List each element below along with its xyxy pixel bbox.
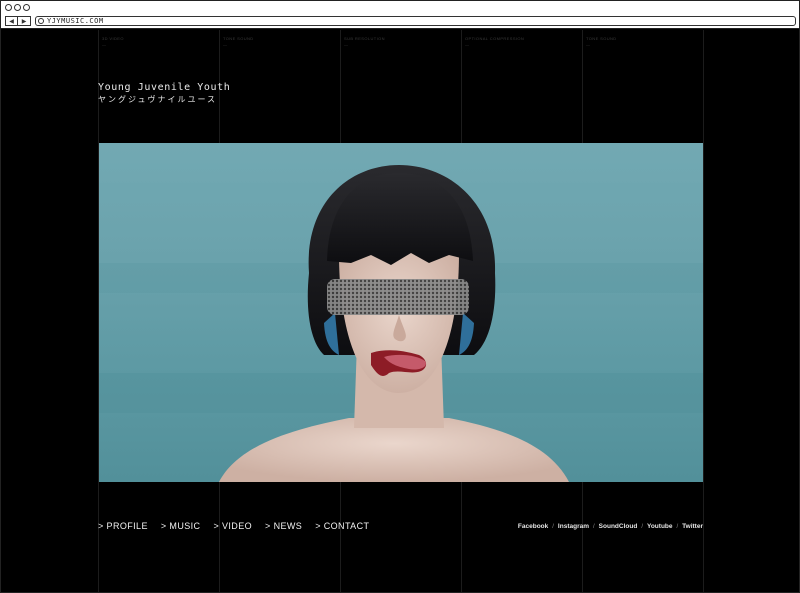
- close-window-button[interactable]: [5, 4, 12, 11]
- forward-button[interactable]: ▶: [18, 16, 31, 26]
- nav-contact[interactable]: > CONTACT: [315, 521, 369, 531]
- social-separator: /: [641, 523, 643, 530]
- logo-japanese: ヤングジュヴナイルユース: [98, 95, 218, 104]
- minimize-window-button[interactable]: [14, 4, 21, 11]
- history-buttons: ◀ ▶: [5, 16, 31, 26]
- url-text: YJYMUSIC.COM: [47, 17, 104, 25]
- site-info-icon: [38, 18, 44, 24]
- social-facebook[interactable]: Facebook: [518, 523, 548, 530]
- hero-portrait-illustration: [99, 165, 703, 482]
- chevron-left-icon: ◀: [9, 18, 14, 25]
- column-label: OPTIONAL COMPRESSION —: [465, 36, 525, 47]
- column-label: TONE SOUND —: [223, 36, 254, 47]
- back-button[interactable]: ◀: [5, 16, 18, 26]
- hero-image: [99, 143, 703, 482]
- social-separator: /: [593, 523, 595, 530]
- window-controls: [5, 4, 30, 11]
- social-instagram[interactable]: Instagram: [558, 523, 589, 530]
- main-navigation: > PROFILE > MUSIC > VIDEO > NEWS > CONTA…: [98, 521, 369, 531]
- site-page: 3D VIDEO — TONE SOUND — SUB RESOLUTION — OP…: [1, 30, 799, 592]
- address-bar[interactable]: YJYMUSIC.COM: [35, 16, 796, 26]
- nav-video[interactable]: > VIDEO: [213, 521, 252, 531]
- logo-english: Young Juvenile Youth: [98, 82, 231, 93]
- chevron-right-icon: ▶: [21, 18, 27, 25]
- nav-music[interactable]: > MUSIC: [161, 521, 201, 531]
- social-separator: /: [552, 523, 554, 530]
- grid-line: [703, 30, 704, 592]
- nav-profile[interactable]: > PROFILE: [98, 521, 148, 531]
- column-label: TONE SOUND —: [586, 36, 617, 47]
- social-links: Facebook / Instagram / SoundCloud / Yout…: [518, 523, 703, 530]
- site-logo[interactable]: Young Juvenile Youth ヤングジュヴナイルユース: [98, 82, 230, 105]
- column-label: SUB RESOLUTION —: [344, 36, 385, 47]
- social-twitter[interactable]: Twitter: [682, 523, 703, 530]
- zoom-window-button[interactable]: [23, 4, 30, 11]
- browser-chrome: ◀ ▶ YJYMUSIC.COM: [1, 1, 799, 29]
- column-label: 3D VIDEO —: [102, 36, 124, 47]
- social-youtube[interactable]: Youtube: [647, 523, 673, 530]
- social-separator: /: [676, 523, 679, 530]
- browser-window: ◀ ▶ YJYMUSIC.COM 3D VIDEO — TONE SOUND — S…: [0, 0, 800, 593]
- social-soundcloud[interactable]: SoundCloud: [599, 523, 638, 530]
- nav-news[interactable]: > NEWS: [265, 521, 302, 531]
